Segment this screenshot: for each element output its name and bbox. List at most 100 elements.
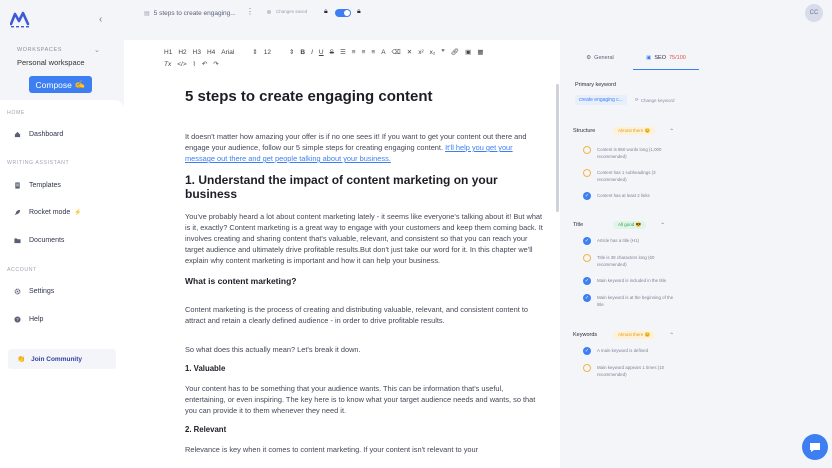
tab-label: General [594, 55, 614, 61]
gear-icon [14, 288, 21, 295]
text-color-icon[interactable]: A [381, 49, 385, 56]
sidebar-item-dashboard[interactable]: Dashboard [14, 131, 63, 138]
check-item: ✓ A main keyword is defined [583, 347, 693, 355]
sidebar-item-label: Help [29, 316, 44, 323]
chevron-up-icon[interactable]: ⌃ [669, 128, 674, 135]
check-text: Title is 38 characters long (60 recommen… [597, 255, 655, 267]
bullet-list-icon[interactable]: ☰ [340, 48, 346, 56]
chat-bubble-icon [810, 442, 820, 452]
keyword-chip[interactable]: create engaging c... [575, 95, 627, 105]
chevron-down-icon[interactable]: ⌄ [94, 46, 100, 54]
save-status: Changes saved [267, 9, 307, 14]
app-logo[interactable] [10, 10, 32, 28]
align-left-icon[interactable]: ≡ [362, 49, 366, 56]
workspace-name[interactable]: Personal workspace [17, 58, 85, 67]
sidebar-item-settings[interactable]: Settings [14, 288, 54, 295]
chevron-up-icon[interactable]: ⌃ [660, 222, 665, 229]
undo-icon[interactable]: ↶ [202, 60, 207, 68]
top-bar: ▤ 5 steps to create engaging... ⋮ Change… [124, 0, 832, 30]
checked-circle-icon: ✓ [583, 294, 591, 302]
font-family-select[interactable]: Arial [221, 49, 234, 56]
change-keyword-button[interactable]: ⟳ Change keyword [635, 95, 675, 105]
chevron-updown-icon[interactable]: ⇕ [252, 48, 257, 56]
status-badge: All good 😎 [613, 221, 647, 229]
document-title-field[interactable]: ▤ 5 steps to create engaging... [144, 7, 244, 19]
title-section: Title All good 😎 ⌃ ✓ Article has a title… [573, 220, 693, 308]
heading-3-button[interactable]: H3 [193, 49, 201, 56]
share-toggle[interactable] [335, 9, 351, 17]
check-text: Main keyword is at the beginning of the … [597, 295, 674, 307]
sidebar-item-templates[interactable]: Templates [14, 182, 61, 189]
clear-format-icon[interactable]: ✕ [407, 48, 412, 56]
heading-4-button[interactable]: H4 [207, 49, 215, 56]
format-painter-icon[interactable]: ⌇ [193, 60, 196, 68]
superscript-icon[interactable]: x² [418, 49, 423, 56]
help-icon: ? [14, 316, 21, 323]
bold-icon[interactable]: B [300, 49, 305, 56]
collapse-sidebar-icon[interactable]: ‹ [99, 14, 102, 25]
align-center-icon[interactable]: ≡ [371, 49, 375, 56]
strikethrough-icon[interactable]: S [330, 49, 334, 56]
check-item: Main keyword appears 1 times (10 recomme… [583, 364, 693, 378]
paragraph: It doesn't matter how amazing your offer… [185, 131, 543, 164]
clapping-hands-icon: 👏 [17, 356, 26, 363]
status-dot-icon [267, 9, 271, 14]
section-header[interactable]: Keywords Almost there 😊 ⌃ [573, 330, 693, 340]
tab-seo[interactable]: ▣ SEO 75/100 [633, 46, 699, 70]
unchecked-circle-icon [583, 169, 591, 177]
clear-formatting-icon[interactable]: Tx [164, 61, 171, 68]
paragraph: Relevance is key when it comes to conten… [185, 445, 479, 454]
join-community-button[interactable]: 👏 Join Community [8, 349, 116, 369]
document-icon: ▤ [144, 10, 150, 17]
paragraph: So what does this actually mean? Let's b… [185, 345, 361, 354]
section-heading: 1. Understand the impact of content mark… [185, 173, 498, 201]
check-item: Title is 38 characters long (60 recommen… [583, 254, 693, 268]
sidebar-item-label: Dashboard [29, 131, 64, 138]
home-icon [14, 131, 21, 138]
heading-1-button[interactable]: H1 [164, 49, 172, 56]
chevron-updown-icon[interactable]: ⇕ [289, 48, 294, 56]
sidebar-menu: HOME Dashboard WRITING ASSISTANT Templat… [0, 100, 124, 468]
save-status-text: Changes saved [276, 9, 308, 14]
sidebar-item-documents[interactable]: Documents [14, 237, 64, 244]
check-text: A main keyword is defined [597, 348, 649, 353]
quote-icon[interactable]: ❞ [441, 48, 445, 56]
user-avatar[interactable]: CC [805, 4, 823, 22]
highlight-icon[interactable]: ⌫ [392, 48, 401, 56]
primary-keyword-label: Primary keyword [575, 82, 616, 88]
link-icon[interactable]: 🔗︎ [451, 48, 459, 56]
font-size-select[interactable]: 12 [264, 49, 271, 56]
document-body[interactable]: 5 steps to create engaging content It do… [185, 88, 543, 468]
compose-button[interactable]: Compose ✍ [29, 76, 92, 93]
check-text: Main keyword appears 1 times (10 recomme… [597, 365, 665, 377]
table-icon[interactable]: ▦ [477, 48, 483, 56]
sidebar-item-rocket-mode[interactable]: Rocket mode ⚡ [14, 209, 82, 216]
more-options-icon[interactable]: ⋮ [246, 7, 254, 16]
change-keyword-label: Change keyword [640, 97, 675, 103]
image-icon[interactable]: ▣ [465, 48, 471, 56]
document-icon [14, 182, 21, 189]
underline-icon[interactable]: U [319, 49, 324, 56]
editor-scrollbar[interactable] [556, 84, 559, 212]
chat-support-button[interactable] [802, 434, 828, 460]
subscript-icon[interactable]: x₂ [430, 49, 436, 56]
section-header[interactable]: Structure Almost there 😊 ⌃ [573, 126, 693, 136]
section-header[interactable]: Title All good 😎 ⌃ [573, 220, 693, 230]
heading-2-button[interactable]: H2 [178, 49, 186, 56]
subheading: What is content marketing? [185, 276, 297, 286]
chevron-up-icon[interactable]: ⌃ [669, 332, 674, 339]
numbered-list-icon[interactable]: ≡ [352, 49, 356, 56]
tab-general[interactable]: ⚙ General [567, 46, 633, 70]
lock-icon: 🔒︎ [324, 8, 328, 15]
paragraph: Content marketing is the process of crea… [185, 305, 529, 325]
folder-icon [14, 237, 21, 244]
section-label-account: ACCOUNT [7, 267, 37, 273]
italic-icon[interactable]: I [311, 49, 313, 56]
code-icon[interactable]: </> [177, 61, 186, 68]
status-badge: Almost there 😊 [613, 331, 656, 339]
check-text: Content is 860 words long (1,000 recomme… [597, 147, 662, 159]
redo-icon[interactable]: ↷ [213, 60, 218, 68]
sidebar-item-help[interactable]: ? Help [14, 316, 43, 323]
seo-panel: ⚙ General ▣ SEO 75/100 Primary keyword c… [567, 40, 832, 468]
lock-icon: 🔒︎ [357, 8, 361, 15]
